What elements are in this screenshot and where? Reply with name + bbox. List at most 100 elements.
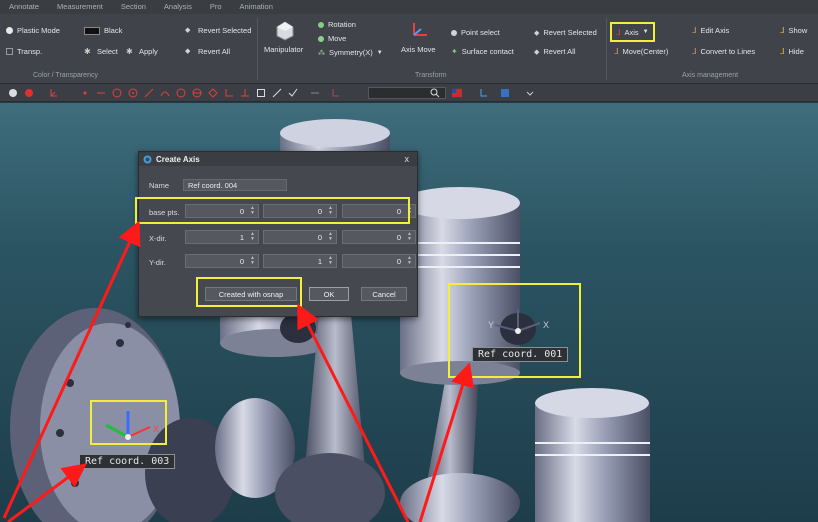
move-label: Move	[328, 34, 347, 43]
revert-selected-color-button[interactable]: ◆ Revert Selected	[185, 26, 251, 35]
grid-view-icon[interactable]	[500, 88, 510, 98]
menu-measurement[interactable]: Measurement	[48, 0, 112, 14]
spin-arrows-icon[interactable]: ▲ ▼	[407, 232, 412, 242]
point-select-button[interactable]: Point select	[451, 28, 500, 37]
edit-axis-icon: ⅃	[692, 26, 697, 35]
cancel-button[interactable]: Cancel	[361, 287, 407, 301]
rotation-button[interactable]: Rotation	[318, 20, 356, 29]
plastic-mode-icon	[6, 27, 13, 34]
chevron-down-icon: ▼	[376, 49, 383, 56]
move-center-button[interactable]: ⅃ Move(Center)	[614, 47, 668, 56]
y-dir-y-spinbox[interactable]: 1 ▲ ▼	[263, 254, 337, 268]
axis-icon: ⅃	[616, 27, 621, 37]
axis-tool-icon[interactable]	[48, 88, 58, 98]
circle-tool-icon[interactable]	[112, 88, 122, 98]
sphere-tool-icon[interactable]	[192, 88, 202, 98]
checkbox-icon	[6, 48, 13, 55]
dialog-titlebar[interactable]: Create Axis	[139, 152, 417, 166]
axis-view-icon[interactable]	[478, 88, 488, 98]
move-icon	[318, 35, 324, 42]
disabled-axis-tool-icon[interactable]	[330, 88, 340, 98]
spin-arrows-icon[interactable]: ▲ ▼	[250, 232, 255, 242]
group-divider	[257, 18, 258, 80]
ref-coord-001-label[interactable]: Ref coord. 001	[472, 347, 569, 362]
menu-animation[interactable]: Animation	[231, 0, 282, 14]
surface-contact-button[interactable]: ✦ Surface contact	[451, 47, 514, 56]
spin-arrows-icon[interactable]: ▲ ▼	[328, 256, 333, 266]
spin-arrows-icon[interactable]: ▲ ▼	[250, 256, 255, 266]
flag-icon[interactable]	[452, 88, 462, 98]
y-dir-label: Y-dir.	[149, 258, 166, 267]
circle-center-tool-icon[interactable]	[128, 88, 138, 98]
dialog-app-icon	[143, 155, 152, 163]
convert-to-lines-button[interactable]: ⅃ Convert to Lines	[692, 47, 755, 56]
menu-annotate[interactable]: Annotate	[0, 0, 48, 14]
stop-icon[interactable]	[24, 88, 34, 98]
point-tool-icon[interactable]	[80, 88, 90, 98]
name-field[interactable]: Ref coord. 004	[183, 179, 287, 191]
manipulator-label: Manipulator	[264, 45, 304, 54]
axis-move-label: Axis Move	[401, 45, 436, 54]
pointer-icon[interactable]	[8, 88, 18, 98]
revert-all-color-button[interactable]: ◆ Revert All	[185, 47, 230, 56]
ref-coord-003-label[interactable]: Ref coord. 003	[79, 454, 176, 469]
color-picker[interactable]: Black	[84, 26, 122, 35]
menu-analysis[interactable]: Analysis	[155, 0, 201, 14]
x-dir-x-spinbox[interactable]: 1 ▲ ▼	[185, 230, 259, 244]
rotation-label: Rotation	[328, 20, 356, 29]
plastic-mode-button[interactable]: Plastic Mode	[6, 26, 60, 35]
show-axis-icon: ⅃	[780, 26, 785, 35]
axis-label: Axis	[624, 27, 639, 37]
ok-button[interactable]: OK	[309, 287, 349, 301]
arc-tool-icon[interactable]	[160, 88, 170, 98]
surface-contact-label: Surface contact	[461, 47, 514, 56]
highlight-box-base-pts	[135, 197, 410, 224]
spin-arrows-icon[interactable]: ▲ ▼	[407, 256, 412, 266]
diamond-tool-icon[interactable]	[208, 88, 218, 98]
move-center-icon: ⅃	[614, 47, 619, 56]
x-dir-y-spinbox[interactable]: 0 ▲ ▼	[263, 230, 337, 244]
color-swatch-icon	[84, 26, 100, 35]
show-axis-button[interactable]: ⅃ Show	[780, 26, 807, 35]
transp-checkbox[interactable]: Transp.	[6, 47, 42, 56]
close-icon[interactable]: x	[405, 154, 410, 164]
spin-value: 1	[317, 256, 322, 266]
select-button[interactable]: ✱ Select	[84, 47, 118, 56]
y-dir-z-spinbox[interactable]: 0 ▲ ▼	[342, 254, 416, 268]
revert-icon: ◆	[185, 48, 191, 55]
dim-tool-icon[interactable]	[310, 88, 320, 98]
transp-label: Transp.	[17, 47, 43, 56]
line-tool-icon[interactable]	[96, 88, 106, 98]
perpendicular-tool-icon[interactable]	[240, 88, 250, 98]
hide-axis-button[interactable]: ⅃ Hide	[780, 47, 804, 56]
y-dir-x-spinbox[interactable]: 0 ▲ ▼	[185, 254, 259, 268]
menu-section[interactable]: Section	[112, 0, 155, 14]
axis-dropdown-button[interactable]: ⅃ Axis ▼	[610, 22, 655, 42]
spin-arrows-icon[interactable]: ▲ ▼	[328, 232, 333, 242]
measure-tool-icon[interactable]	[272, 88, 282, 98]
x-dir-z-spinbox[interactable]: 0 ▲ ▼	[342, 230, 416, 244]
spin-value: 0	[239, 256, 244, 266]
menu-pro[interactable]: Pro	[201, 0, 231, 14]
revert-selected-transform-button[interactable]: ◆ Revert Selected	[534, 28, 597, 37]
gizmo-y-letter: Y	[488, 320, 494, 330]
create-axis-dialog: Create Axis x Name Ref coord. 004 base p…	[135, 151, 418, 317]
square-tool-icon[interactable]	[256, 88, 266, 98]
cylinder-tool-icon[interactable]	[176, 88, 186, 98]
angle-tool-icon[interactable]	[224, 88, 234, 98]
search-icon[interactable]	[430, 88, 440, 98]
group-divider	[606, 18, 607, 80]
revert-icon: ◆	[534, 48, 540, 56]
surface-contact-icon: ✦	[451, 47, 458, 56]
ribbon: Plastic Mode Transp. Black ✱ Select ✱ Ap…	[0, 14, 818, 84]
manipulator-icon	[276, 21, 294, 41]
symmetry-label: Symmetry(X)	[329, 48, 373, 57]
check-tool-icon[interactable]	[288, 88, 298, 98]
diagonal-line-tool-icon[interactable]	[144, 88, 154, 98]
symmetry-button[interactable]: ⁂ Symmetry(X) ▼	[318, 48, 383, 57]
apply-button[interactable]: ✱ Apply	[126, 47, 158, 56]
edit-axis-button[interactable]: ⅃ Edit Axis	[692, 26, 729, 35]
chevron-down-icon[interactable]	[525, 88, 535, 98]
move-button[interactable]: Move	[318, 34, 346, 43]
revert-all-transform-button[interactable]: ◆ Revert All	[534, 47, 576, 56]
